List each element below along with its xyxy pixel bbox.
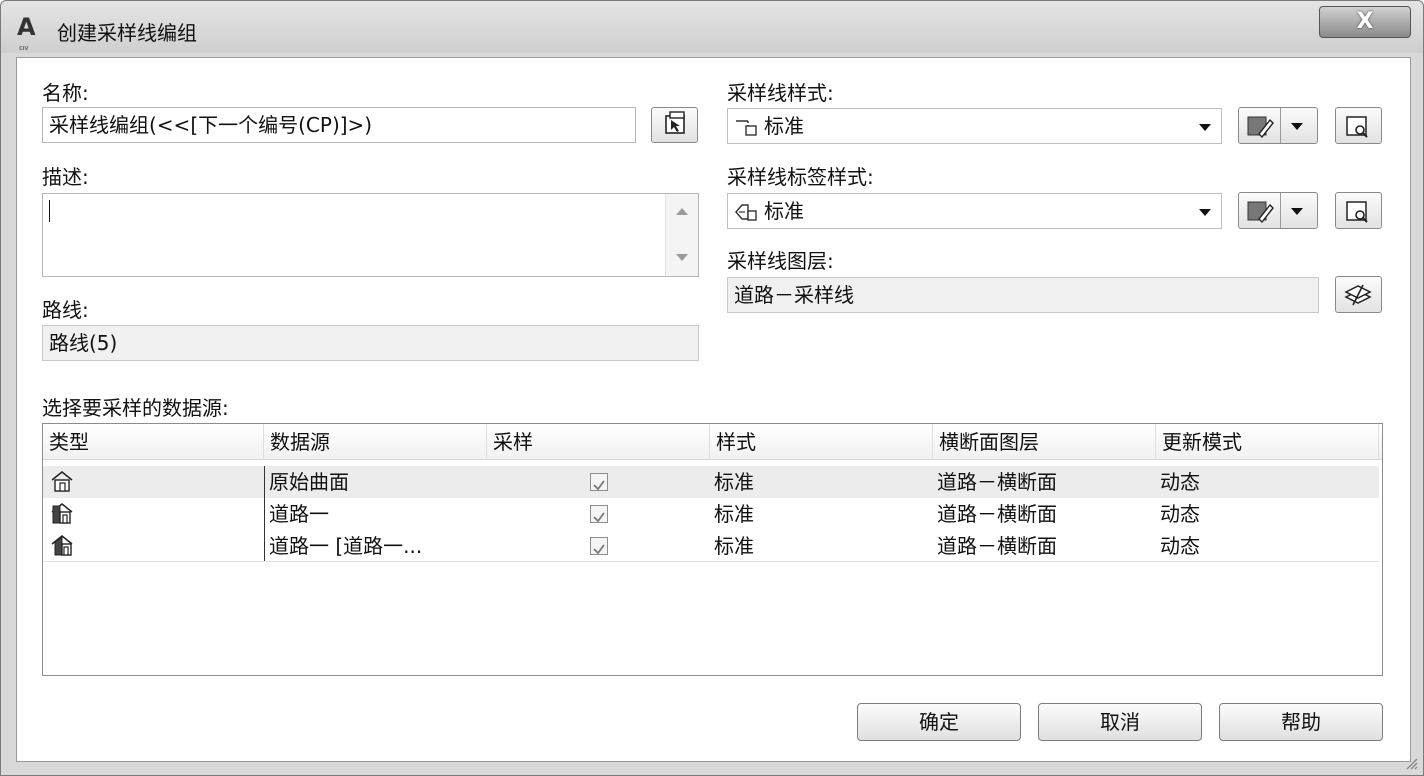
name-template-button[interactable] <box>651 107 698 143</box>
layer-select-button[interactable] <box>1335 276 1382 313</box>
layers-icon <box>1344 284 1372 306</box>
style-cell[interactable]: 标准 <box>710 530 933 562</box>
update-mode-cell[interactable]: 动态 <box>1156 466 1379 498</box>
scroll-down-arrow-icon[interactable] <box>676 254 688 261</box>
preview-icon <box>1346 201 1368 223</box>
section-layer-cell[interactable]: 道路－横断面 <box>933 498 1156 530</box>
sample-line-style-value: 标准 <box>764 114 804 138</box>
column-header-section-layer[interactable]: 横断面图层 <box>933 424 1156 460</box>
sample-line-style-icon <box>736 120 757 136</box>
corridor-surface-icon <box>51 535 73 556</box>
name-template-icon <box>665 111 685 134</box>
data-sources-list[interactable]: 类型 数据源 采样 样式 横断面图层 更新模式 原始曲面 标准 道路－横断面 动… <box>42 423 1383 676</box>
style-cell[interactable]: 标准 <box>710 498 933 530</box>
chevron-down-icon <box>1199 124 1211 131</box>
label-style-icon <box>735 204 757 221</box>
civil3d-app-icon: A CIV <box>17 13 36 52</box>
sample-checkbox[interactable] <box>590 537 608 555</box>
table-row[interactable]: 道路一 标准 道路－横断面 动态 <box>43 498 1379 530</box>
surface-icon <box>51 471 73 492</box>
edit-style-icon <box>1247 116 1274 139</box>
sample-line-style-edit-button[interactable] <box>1238 107 1318 144</box>
dropdown-arrow-icon <box>1291 208 1303 215</box>
column-header-sample[interactable]: 采样 <box>487 424 710 460</box>
description-scrollbar[interactable] <box>665 194 698 276</box>
corridor-icon <box>51 503 73 524</box>
name-label: 名称: <box>42 81 89 105</box>
style-cell[interactable]: 标准 <box>710 466 933 498</box>
sample-checkbox[interactable] <box>590 505 608 523</box>
sample-line-style-preview-button[interactable] <box>1335 107 1382 144</box>
sample-line-label-style-value: 标准 <box>764 199 804 223</box>
table-row[interactable]: 道路一 [道路一... 标准 道路－横断面 动态 <box>43 530 1379 562</box>
source-cell: 道路一 [道路一... <box>264 530 487 562</box>
cancel-button[interactable]: 取消 <box>1038 703 1202 741</box>
chevron-down-icon <box>1199 209 1211 216</box>
text-cursor <box>49 199 50 222</box>
sample-line-layer-label: 采样线图层: <box>727 249 834 273</box>
section-layer-cell[interactable]: 道路－横断面 <box>933 466 1156 498</box>
sample-line-label-style-label: 采样线标签样式: <box>727 165 874 189</box>
name-input[interactable]: 采样线编组(<<[下一个编号(CP)]>) <box>42 107 636 143</box>
sample-line-style-select[interactable]: 标准 <box>727 108 1222 144</box>
scroll-up-arrow-icon[interactable] <box>676 208 688 215</box>
edit-style-icon <box>1247 201 1274 224</box>
alignment-label: 路线: <box>42 298 89 322</box>
ok-button[interactable]: 确定 <box>857 703 1021 741</box>
sample-line-label-style-select[interactable]: 标准 <box>727 193 1222 229</box>
sample-line-label-style-edit-button[interactable] <box>1238 192 1318 229</box>
alignment-field: 路线(5) <box>42 325 699 361</box>
dropdown-arrow-icon <box>1291 123 1303 130</box>
section-layer-cell[interactable]: 道路－横断面 <box>933 530 1156 562</box>
dialog-title: 创建采样线编组 <box>57 21 197 45</box>
sample-checkbox[interactable] <box>590 473 608 491</box>
update-mode-cell[interactable]: 动态 <box>1156 498 1379 530</box>
sample-line-label-style-preview-button[interactable] <box>1335 192 1382 229</box>
dialog-window: A CIV 创建采样线编组 X 名称: 采样线编组(<<[下一个编号(CP)]>)… <box>0 0 1424 776</box>
column-header-type[interactable]: 类型 <box>43 424 264 460</box>
sample-line-style-label: 采样线样式: <box>727 81 834 105</box>
data-sources-label: 选择要采样的数据源: <box>42 396 229 420</box>
column-header-source[interactable]: 数据源 <box>264 424 487 460</box>
checkmark-icon <box>593 512 605 523</box>
preview-icon <box>1346 116 1368 138</box>
checkmark-icon <box>593 544 605 555</box>
description-input[interactable] <box>42 193 699 277</box>
title-bar[interactable]: A CIV 创建采样线编组 X <box>1 1 1423 53</box>
description-label: 描述: <box>42 165 89 189</box>
column-header-update-mode[interactable]: 更新模式 <box>1156 424 1379 460</box>
update-mode-cell[interactable]: 动态 <box>1156 530 1379 562</box>
table-row[interactable]: 原始曲面 标准 道路－横断面 动态 <box>43 466 1379 498</box>
source-cell: 原始曲面 <box>264 466 487 498</box>
list-header: 类型 数据源 采样 样式 横断面图层 更新模式 <box>43 424 1382 460</box>
help-button[interactable]: 帮助 <box>1219 703 1383 741</box>
resize-grip-icon[interactable] <box>1403 755 1419 771</box>
column-header-style[interactable]: 样式 <box>710 424 933 460</box>
checkmark-icon <box>593 480 605 491</box>
source-cell: 道路一 <box>264 498 487 530</box>
close-button[interactable]: X <box>1319 6 1411 38</box>
sample-line-layer-field: 道路－采样线 <box>727 277 1319 313</box>
row-separator <box>43 561 1379 562</box>
